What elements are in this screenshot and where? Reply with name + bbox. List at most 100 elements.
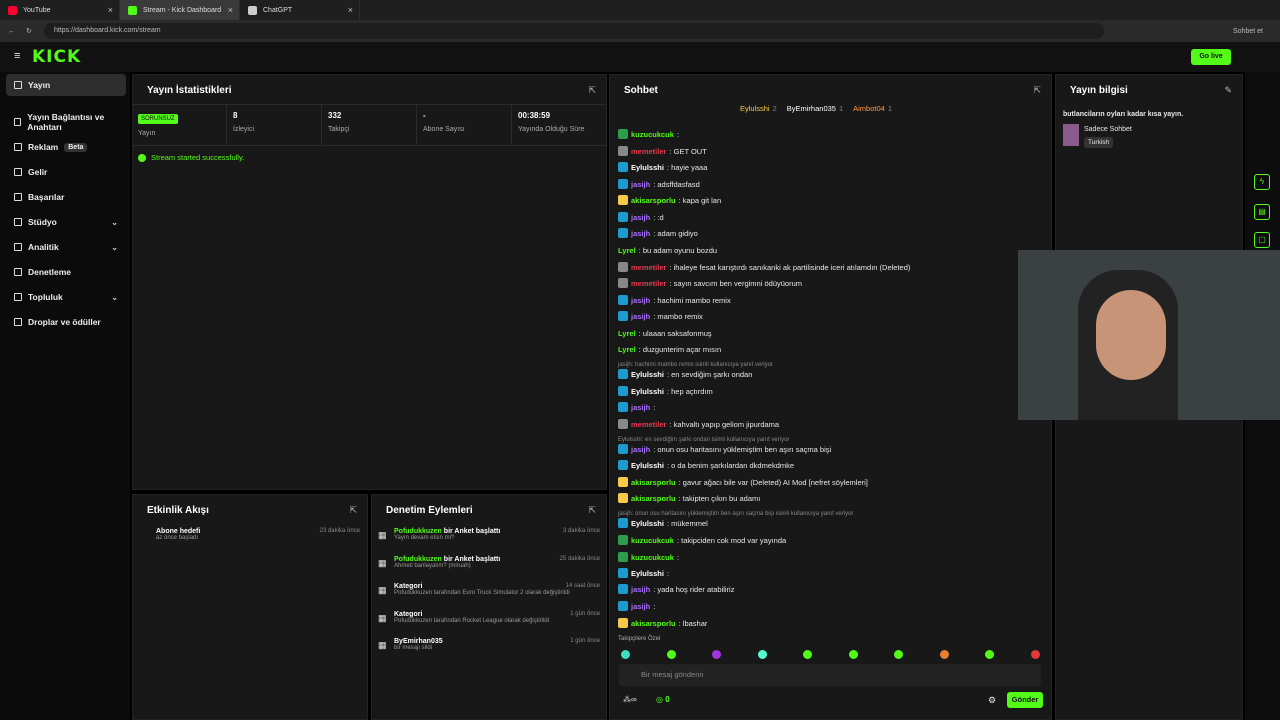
close-icon[interactable]: × (348, 5, 353, 15)
chat-username[interactable]: jasijh (631, 296, 650, 305)
chat-message[interactable]: jasijh: (618, 400, 655, 414)
pinned-user[interactable]: ByEmirhan035 1 (787, 104, 843, 113)
chat-message[interactable]: akisarsporlu: kapa git lan (618, 193, 721, 207)
chat-username[interactable]: Eylulsshi (631, 461, 664, 470)
chat-message[interactable]: Lyrel: bu adam oyunu bozdu (618, 243, 717, 257)
chat-username[interactable]: jasijh (631, 445, 650, 454)
chat-message[interactable]: jasijh: yada hoş rider atabiliriz (618, 582, 734, 596)
pinned-user[interactable]: Eylulsshi 2 (740, 104, 777, 113)
popout-icon[interactable]: ⇱ (349, 505, 357, 516)
emote-icon[interactable] (803, 650, 812, 659)
sidebar-item[interactable]: Topluluk ⌄ (6, 286, 126, 308)
chat-message[interactable]: memetiler: sayın savcım ben vergimni ödü… (618, 276, 802, 290)
chat-message[interactable]: jasijh: onun osu haritasını yüklemiştim … (618, 442, 831, 456)
sidebar-item[interactable]: Yayın Bağlantısı ve Anahtarı (6, 111, 126, 133)
chat-message[interactable]: akisarsporlu: takipten çıkın bu adamı (618, 491, 760, 505)
menu-icon[interactable]: ≡ (14, 50, 20, 62)
chat-username[interactable]: Eylulsshi (631, 569, 664, 578)
bolt-icon[interactable]: ϟ (1254, 174, 1270, 190)
sidebar-item[interactable]: Yayın (6, 74, 126, 96)
emote-icon[interactable] (894, 650, 903, 659)
chat-message[interactable]: akisarsporlu: gavur ağacı bile var (Dele… (618, 475, 868, 489)
reload-icon[interactable]: ↻ (26, 27, 32, 35)
chat-username[interactable]: Lyrel (618, 345, 636, 354)
url-field[interactable]: https://dashboard.kick.com/stream (44, 23, 1104, 39)
chat-message[interactable]: akisarsporlu: lbashar (618, 616, 707, 630)
sidebar-item[interactable]: Denetleme (6, 261, 126, 283)
chat-message[interactable]: Eylulsshi: hayie yaaa (618, 160, 707, 174)
chat-username[interactable]: memetiler (631, 147, 666, 156)
chat-username[interactable]: jasijh (631, 180, 650, 189)
chat-username[interactable]: akisarsporlu (631, 478, 676, 487)
popout-icon[interactable]: ⇱ (588, 85, 596, 96)
chat-username[interactable]: jasijh (631, 585, 650, 594)
chat-message[interactable]: kuzucukcuk: (618, 550, 679, 564)
file-icon[interactable]: ▤ (1254, 204, 1270, 220)
emote-icon[interactable] (848, 650, 858, 659)
chat-username[interactable]: kuzucukcuk (631, 553, 674, 562)
chat-username[interactable]: jasijh (631, 312, 650, 321)
chat-username[interactable]: akisarsporlu (631, 196, 676, 205)
browser-tab[interactable]: YouTube × (0, 0, 120, 20)
edit-icon[interactable]: ✎ (1224, 85, 1232, 96)
close-icon[interactable]: × (108, 5, 113, 15)
browser-tab[interactable]: Stream - Kick Dashboard × (120, 0, 240, 20)
chat-message[interactable]: jasijh: adam gidiyo (618, 226, 698, 240)
chat-username[interactable]: akisarsporlu (631, 494, 676, 503)
sidebar-item[interactable]: Başarılar (6, 186, 126, 208)
chat-username[interactable]: jasijh (631, 602, 650, 611)
chat-username[interactable]: Eylulsshi (631, 519, 664, 528)
chat-username[interactable]: kuzucukcuk (631, 130, 674, 139)
chat-username[interactable]: memetiler (631, 420, 666, 429)
emote-icon[interactable] (666, 650, 676, 659)
emote-icon[interactable] (621, 650, 630, 659)
chat-message[interactable]: jasijh: hachimi mambo remix (618, 293, 731, 307)
emote-icon[interactable] (1030, 650, 1040, 659)
chat-message[interactable]: jasijh: mambo remix (618, 309, 703, 323)
popout-icon[interactable]: ⇱ (1033, 85, 1041, 96)
chat-message[interactable]: Lyrel: ulaaan saksafonmuş (618, 326, 712, 340)
sidebar-item[interactable]: Stüdyo ⌄ (6, 211, 126, 233)
pinned-user[interactable]: Aimbot04 1 (853, 104, 892, 113)
sidebar-item[interactable]: Droplar ve ödüller (6, 311, 126, 333)
chat-icon[interactable]: ▢ (1254, 232, 1270, 248)
chat-message[interactable]: kuzucukcuk: (618, 127, 679, 141)
chat-username[interactable]: jasijh (631, 213, 650, 222)
chat-message[interactable]: memetiler: ihaleye fesat karıştırdı sanı… (618, 260, 910, 274)
chat-username[interactable]: akisarsporlu (631, 619, 676, 628)
chat-username[interactable]: jasijh (631, 403, 650, 412)
chat-username[interactable]: Eylulsshi (631, 163, 664, 172)
chat-username[interactable]: memetiler (631, 263, 666, 272)
category-name[interactable]: Sadece Sohbet (1084, 126, 1132, 133)
profile-label[interactable]: Sohbet et (1233, 28, 1263, 35)
chat-message[interactable]: Eylulsshi: o da benim şarkılardan dkdmek… (618, 458, 794, 472)
chat-message[interactable]: memetiler: GET OUT (618, 144, 707, 158)
browser-tab[interactable]: ChatGPT × (240, 0, 360, 20)
chat-username[interactable]: Lyrel (618, 246, 636, 255)
chat-message[interactable]: jasijh: (618, 599, 655, 613)
sidebar-item[interactable]: Gelir (6, 161, 126, 183)
close-icon[interactable]: × (228, 5, 233, 15)
chat-username[interactable]: Eylulsshi (631, 387, 664, 396)
popout-icon[interactable]: ⇱ (588, 505, 596, 516)
emote-icon[interactable] (939, 650, 949, 659)
chat-message[interactable]: Eylulsshi: en sevdiğim şarkı ondan (618, 367, 752, 381)
back-icon[interactable]: ← (8, 28, 15, 35)
kick-logo[interactable]: KICK (32, 47, 81, 67)
chat-input[interactable]: Bir mesaj gönderin (619, 664, 1041, 686)
emote-icon[interactable] (757, 650, 767, 659)
chat-message[interactable]: Eylulsshi: hep açtırdım (618, 384, 713, 398)
chat-message[interactable]: kuzucukcuk: takipciden cok mod var yayın… (618, 533, 786, 547)
emote-icon[interactable] (712, 650, 721, 659)
chat-message[interactable]: Lyrel: duzgunterim açar mısın (618, 342, 721, 356)
chat-message[interactable]: jasijh: adsffdasfasd (618, 177, 700, 191)
chat-username[interactable]: jasijh (631, 229, 650, 238)
chat-username[interactable]: Lyrel (618, 329, 636, 338)
points-icon[interactable]: ⁂∞ (623, 695, 637, 704)
chat-message[interactable]: Eylulsshi: (618, 566, 669, 580)
chat-username[interactable]: memetiler (631, 279, 666, 288)
sidebar-item[interactable]: Analitik ⌄ (6, 236, 126, 258)
chat-message[interactable]: Eylulsshi: mükemmel (618, 516, 708, 530)
gear-icon[interactable]: ⚙ (988, 695, 996, 706)
chat-message[interactable]: jasijh: :d (618, 210, 664, 224)
